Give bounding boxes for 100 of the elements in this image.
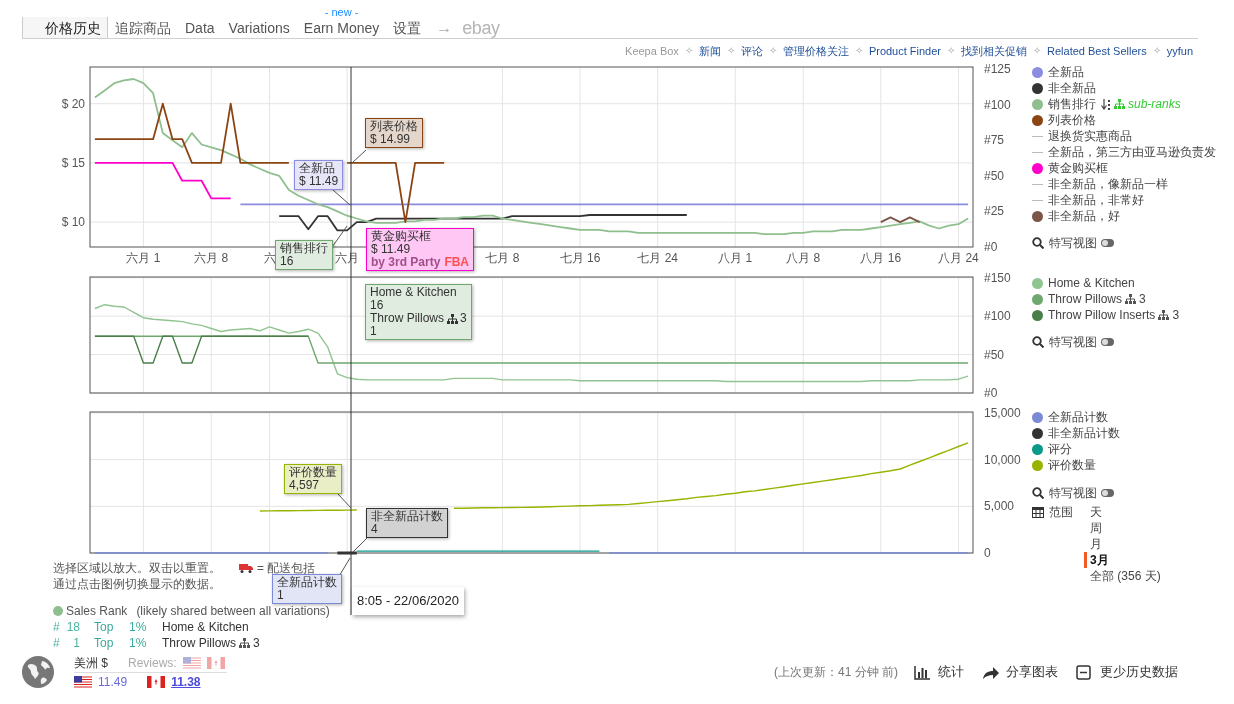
legend-dash[interactable]	[1032, 135, 1043, 137]
legend-label[interactable]: 评分	[1048, 441, 1072, 457]
axis-label: 八月 8	[786, 251, 821, 265]
tooltip-text: 非全新品计数	[371, 510, 443, 523]
range-option[interactable]: 周	[1090, 520, 1161, 536]
hierarchy-icon	[1114, 99, 1125, 109]
axis-label: $ 10	[61, 215, 85, 230]
link[interactable]: Related Best Sellers	[1047, 43, 1147, 58]
axis-label: 10,000	[984, 452, 1021, 467]
tooltip-text: 4	[371, 523, 378, 536]
search-icon	[1032, 237, 1044, 249]
closeup-label[interactable]: 特写视图	[1049, 485, 1097, 501]
tooltip-text: $ 11.49	[299, 175, 339, 188]
closeup-label[interactable]: 特写视图	[1049, 235, 1097, 251]
tab[interactable]: Data	[178, 17, 222, 38]
axis-label: 六月 1	[126, 251, 161, 265]
legend-dash[interactable]	[1032, 199, 1043, 201]
axis-label: 八月 24	[938, 251, 979, 265]
legend-label[interactable]: 退换货实惠商品	[1048, 128, 1132, 144]
toggle-switch[interactable]	[1101, 489, 1114, 497]
toggle-switch[interactable]	[1101, 239, 1114, 247]
hierarchy-icon	[1158, 310, 1170, 320]
link[interactable]: Product Finder	[868, 43, 942, 58]
axis-label: #75	[984, 133, 1005, 148]
legend-dash[interactable]	[1032, 151, 1043, 153]
tooltip-text: 4,597	[289, 479, 320, 492]
range-option[interactable]: 天	[1090, 504, 1161, 520]
legend-dash[interactable]	[1032, 183, 1043, 185]
subrank-count: 3	[1139, 291, 1146, 307]
flag-icon	[206, 656, 225, 669]
rank-hash: #	[53, 635, 61, 651]
updated-text: (上次更新：41 分钟 前)	[774, 664, 898, 681]
legend-label[interactable]: 全新品，第三方由亚马逊负责发	[1048, 144, 1216, 160]
range-option[interactable]: 全部 (356 天)	[1090, 568, 1161, 584]
rank-number: 1	[72, 635, 80, 651]
search-icon	[1032, 487, 1044, 499]
action-button[interactable]: 分享图表	[982, 662, 1058, 682]
legend-label[interactable]: 销售排行	[1048, 96, 1096, 112]
top-label: Top	[94, 635, 115, 651]
tab[interactable]: 追踪商品	[108, 17, 178, 38]
sales-rank-label: Sales Rank	[66, 603, 128, 619]
legend-label[interactable]: Throw Pillows	[1048, 291, 1122, 307]
tooltip-text: 评价数量	[289, 466, 337, 479]
axis-label: 七月 16	[559, 251, 601, 265]
calendar-icon	[1032, 506, 1044, 518]
legend-label[interactable]: 非全新品，像新品一样	[1048, 176, 1168, 192]
axis-label: 八月 16	[860, 251, 902, 265]
toggle-switch[interactable]	[1101, 338, 1114, 346]
percent-text: 1%	[129, 635, 148, 651]
tab[interactable]: - new - Earn Money	[296, 5, 387, 38]
price-link[interactable]: 11.38	[171, 672, 201, 691]
new-label: - new -	[324, 6, 359, 18]
axis-label: 六	[263, 251, 276, 265]
bar-chart-icon	[914, 664, 932, 680]
search-icon	[1032, 336, 1044, 348]
closeup-label[interactable]: 特写视图	[1049, 334, 1097, 350]
hint-text: 选择区域以放大。双击以重置。	[53, 560, 221, 576]
tooltip-text: 1	[370, 325, 377, 338]
axis-label: $ 15	[61, 155, 85, 170]
tooltip-text: 列表价格	[370, 120, 418, 133]
leader-line	[351, 149, 367, 164]
price-link[interactable]: 11.49	[98, 672, 128, 691]
tab[interactable]: Variations	[221, 17, 297, 38]
tab[interactable]: 价格历史	[22, 17, 108, 38]
legend-label[interactable]: 非全新品	[1048, 80, 1096, 96]
legend-label[interactable]: Throw Pillow Inserts	[1048, 307, 1156, 323]
flag-icon	[74, 675, 92, 688]
tab[interactable]: 设置	[386, 17, 429, 38]
shipping-note: = 配送包括	[257, 560, 316, 576]
legend-label[interactable]: 全新品	[1048, 64, 1084, 80]
legend-label[interactable]: 非全新品，好	[1048, 208, 1120, 224]
link[interactable]: 新闻	[698, 43, 721, 58]
axis-label: #100	[984, 97, 1011, 112]
separator-glyph: ✧	[684, 43, 693, 58]
legend-label[interactable]: 非全新品，非常好	[1048, 192, 1144, 208]
axis-label: #0	[984, 386, 998, 400]
legend-label[interactable]: 全新品计数	[1048, 409, 1108, 425]
separator-glyph: ✧	[947, 43, 956, 58]
action-button[interactable]: 统计	[914, 662, 964, 682]
action-button[interactable]: 更少历史数据	[1076, 662, 1178, 682]
subrank-count: 3	[1172, 307, 1180, 323]
link[interactable]: yyfun	[1166, 43, 1193, 58]
axis-label: 七月 8	[485, 251, 520, 265]
legend-label[interactable]: Home & Kitchen	[1048, 275, 1135, 291]
rank-hash: #	[53, 619, 61, 635]
link[interactable]: 管理价格关注	[782, 43, 849, 58]
range-option[interactable]: 月	[1090, 536, 1161, 552]
share-arrow-icon	[982, 664, 1000, 680]
legend-label[interactable]: 黄金购买框	[1048, 160, 1108, 176]
link[interactable]: 评论	[740, 43, 763, 58]
legend-label[interactable]: 评价数量	[1048, 457, 1096, 473]
axis-label: 八月 1	[718, 251, 753, 265]
sales-rank-note: (likely shared between all variations)	[136, 603, 330, 619]
axis-label: $ 20	[61, 96, 85, 111]
legend-label[interactable]: 列表价格	[1048, 112, 1096, 128]
tooltip-text: 黄金购买框	[371, 230, 431, 243]
axis-label: 15,000	[984, 405, 1021, 420]
range-option[interactable]: 3月	[1084, 552, 1161, 568]
link[interactable]: 找到相关促销	[961, 43, 1028, 58]
legend-label[interactable]: 非全新品计数	[1048, 425, 1120, 441]
